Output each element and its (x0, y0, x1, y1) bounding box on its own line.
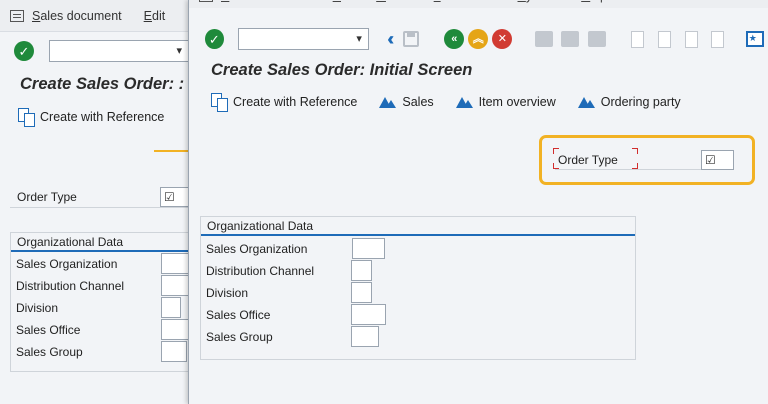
sales-office-label: Sales Office (206, 308, 271, 322)
menu-item-goto[interactable]: Goto (376, 0, 403, 3)
ordering-party-button[interactable]: Ordering party (577, 95, 681, 109)
previous-page-icon (655, 29, 674, 49)
first-page-icon (628, 29, 647, 49)
menu-bar-front: Sales document Edit Goto Environment Sys… (189, 0, 768, 8)
create-with-reference-button[interactable]: Create with Reference (18, 108, 164, 127)
sales-organization-label: Sales Organization (206, 242, 308, 256)
menu-item-edit[interactable]: Edit (144, 9, 166, 23)
sales-group-input[interactable] (161, 341, 187, 362)
division-label: Division (16, 301, 59, 315)
enter-icon[interactable]: ✓ (14, 41, 34, 61)
menu-item-edit[interactable]: Edit (333, 0, 355, 3)
division-label: Division (206, 286, 249, 300)
page-title: Create Sales Order: Initial Screen (211, 61, 473, 79)
focus-corner (632, 148, 638, 154)
print-icon (534, 29, 553, 49)
checkbox-icon: ☑ (164, 190, 175, 204)
group-title: Organizational Data (17, 235, 124, 249)
chevron-down-icon[interactable]: ▾ (356, 32, 362, 45)
sales-office-input[interactable] (351, 304, 386, 325)
group-rule (11, 250, 189, 252)
item-overview-button[interactable]: Item overview (455, 95, 556, 109)
order-type-field[interactable]: ☑ (701, 150, 734, 170)
divider (10, 207, 188, 208)
order-type-label: Order Type (17, 190, 77, 204)
overview-icon (577, 96, 596, 108)
application-toolbar: Create with Reference (18, 108, 186, 127)
sales-office-input[interactable] (161, 319, 189, 340)
distribution-channel-input[interactable] (161, 275, 189, 296)
command-field[interactable]: ▾ (49, 40, 189, 62)
division-input[interactable] (351, 282, 372, 303)
overview-icon (455, 96, 474, 108)
chevron-down-icon[interactable]: ▾ (176, 44, 182, 57)
divider (555, 169, 701, 170)
back-icon[interactable]: ‹‹ (379, 29, 398, 49)
distribution-channel-label: Distribution Channel (16, 279, 125, 293)
find-icon (561, 29, 580, 49)
window-menu-icon[interactable] (199, 0, 213, 2)
distribution-channel-input[interactable] (351, 260, 372, 281)
division-input[interactable] (161, 297, 181, 318)
find-next-icon (588, 29, 607, 49)
next-page-icon (682, 29, 701, 49)
application-toolbar: Create with Reference Sales Item overvie… (211, 93, 703, 112)
command-field[interactable]: ▾ (237, 28, 369, 50)
checkbox-icon: ☑ (705, 153, 716, 167)
sales-organization-input[interactable] (352, 238, 385, 259)
sales-organization-label: Sales Organization (16, 257, 118, 271)
customize-layout-icon[interactable] (745, 29, 764, 49)
sales-group-label: Sales Group (16, 345, 83, 359)
menu-item-help[interactable]: Help (581, 0, 607, 3)
page-title: Create Sales Order: : (20, 75, 185, 93)
front-window: Sales document Edit Goto Environment Sys… (188, 0, 768, 404)
cancel-icon[interactable]: ✕ (492, 29, 513, 49)
group-title: Organizational Data (207, 219, 314, 233)
sales-organization-input[interactable] (161, 253, 189, 274)
menu-item-sales-document[interactable]: Sales document (32, 9, 122, 23)
menu-item-environment[interactable]: Environment (425, 0, 495, 3)
sales-group-input[interactable] (351, 326, 379, 347)
enter-icon[interactable]: ✓ (205, 29, 224, 49)
overview-icon (379, 96, 397, 108)
order-type-label: Order Type (558, 153, 618, 167)
sales-button[interactable]: Sales (379, 95, 434, 109)
copy-reference-icon (211, 93, 228, 112)
standard-toolbar-front: ✓ ▾ ‹‹ « ︽ ✕ (189, 22, 768, 56)
back-icon[interactable]: « (444, 29, 465, 49)
last-page-icon (709, 29, 728, 49)
exit-icon[interactable]: ︽ (468, 29, 489, 49)
group-rule (201, 234, 635, 236)
copy-reference-icon (18, 108, 35, 127)
create-with-reference-button[interactable]: Create with Reference (211, 93, 357, 112)
menu-item-sales-document[interactable]: Sales document (221, 0, 311, 3)
save-icon[interactable] (402, 29, 421, 49)
menu-item-system[interactable]: System (518, 0, 560, 3)
sales-office-label: Sales Office (16, 323, 81, 337)
distribution-channel-label: Distribution Channel (206, 264, 315, 278)
window-menu-icon[interactable] (10, 9, 24, 22)
sales-group-label: Sales Group (206, 330, 273, 344)
